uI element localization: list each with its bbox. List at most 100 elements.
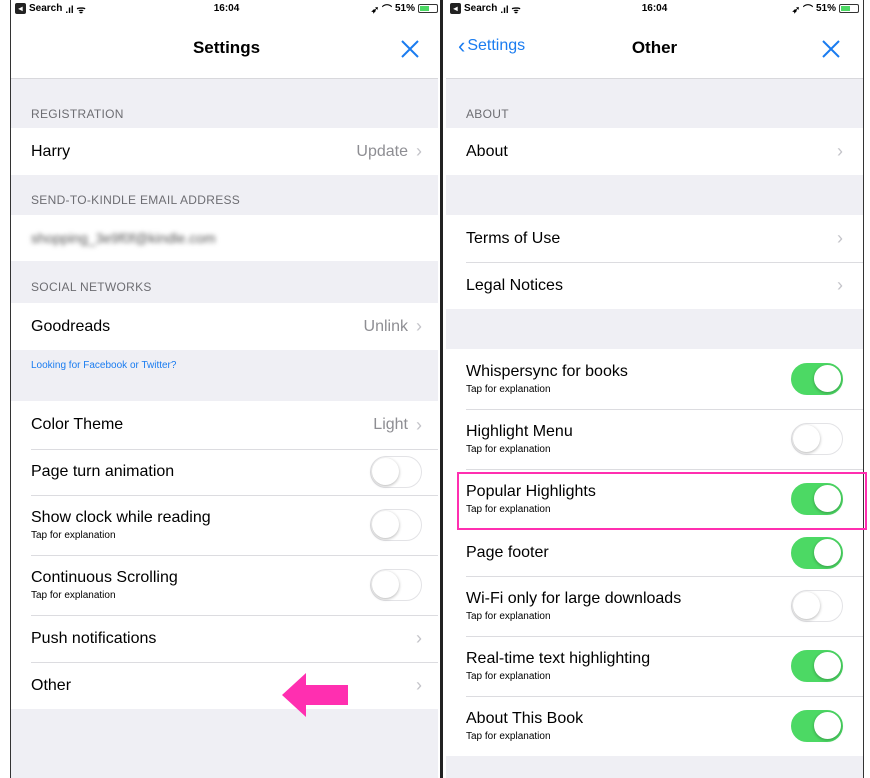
about-header: ABOUT [466,107,509,121]
status-time: 16:04 [641,3,668,14]
goodreads-label: Goodreads [31,317,111,335]
close-icon[interactable] [821,39,841,59]
color-theme-label: Color Theme [31,416,124,433]
back-label: Settings [467,37,526,54]
battery-icon [418,4,438,13]
toggle-list: Whispersync for books Tap for explanation… [446,349,863,756]
social-note-link[interactable]: Looking for Facebook or Twitter? [11,350,442,401]
show-clock-label: Show clock while reading [31,509,211,526]
about-label: About [466,142,508,160]
show-clock-row: Show clock while reading Tap for explana… [11,495,442,555]
toggle-row-label: Whispersync for books [466,363,628,380]
registration-row[interactable]: Harry Update › [11,128,442,175]
registration-name: Harry [31,142,71,160]
left-arrow-annotation [282,673,348,717]
location-icon: ➶ ⌒ [791,5,813,16]
toggle-row-sub[interactable]: Tap for explanation [466,504,596,515]
toggle-switch[interactable] [791,590,843,622]
chevron-right-icon: › [416,675,422,695]
chevron-right-icon: › [416,414,422,435]
toggle-row-label: About This Book [466,710,584,727]
toggle-row-label: Page footer [466,543,549,561]
unlink-label: Unlink [363,317,408,335]
toggle-switch[interactable] [791,423,843,455]
page-turn-row: Page turn animation [11,449,442,495]
email-header: SEND-TO-KINDLE EMAIL ADDRESS [31,193,241,207]
back-app-icon[interactable]: ◂ [15,3,26,14]
toggle-row-label: Wi-Fi only for large downloads [466,590,682,607]
chevron-right-icon: › [416,141,422,161]
toggle-switch[interactable] [791,363,843,395]
battery-percent: 51% [394,3,415,14]
toggle-switch[interactable] [791,710,843,742]
continuous-sub[interactable]: Tap for explanation [31,590,178,601]
about-row[interactable]: About › [446,128,863,175]
chevron-right-icon: › [416,628,422,648]
chevron-right-icon: › [416,316,422,336]
toggle-row: About This Book Tap for explanation [446,696,863,756]
chevron-right-icon: › [837,275,843,295]
carrier-label: Search [29,3,63,14]
toggle-switch[interactable] [791,650,843,682]
other-row[interactable]: Other › [11,662,442,709]
continuous-row: Continuous Scrolling Tap for explanation [11,555,442,615]
other-screen: ◂ Search .ıl ᯤ 16:04 ➶ ⌒ 51% ‹ Settings … [446,0,864,778]
update-label: Update [356,142,408,160]
status-bar: ◂ Search .ıl ᯤ 16:04 ➶ ⌒ 51% [446,0,863,17]
toggle-row: Page footer [446,529,863,576]
toggle-row-label: Highlight Menu [466,423,573,440]
battery-icon [839,4,859,13]
page-title: Other [631,37,678,57]
continuous-label: Continuous Scrolling [31,569,178,586]
toggle-switch[interactable] [791,536,843,569]
color-theme-value: Light [373,416,408,433]
color-theme-row[interactable]: Color Theme Light › [11,401,442,449]
other-label: Other [31,676,72,694]
continuous-toggle[interactable] [370,569,422,601]
toggle-row: Highlight Menu Tap for explanation [446,409,863,469]
terms-row[interactable]: Terms of Use › [446,215,863,262]
toggle-row-sub[interactable]: Tap for explanation [466,731,583,742]
status-time: 16:04 [213,3,240,14]
page-turn-label: Page turn animation [31,463,175,480]
status-bar: ◂ Search .ıl ᯤ 16:04 ➶ ⌒ 51% [11,0,442,17]
toggle-row-sub[interactable]: Tap for explanation [466,384,628,395]
toggle-row-sub[interactable]: Tap for explanation [466,444,573,455]
close-icon[interactable] [400,39,420,59]
goodreads-row[interactable]: Goodreads Unlink › [11,303,442,350]
push-label: Push notifications [31,629,157,647]
settings-navbar: Settings [11,17,442,79]
chevron-right-icon: › [837,141,843,161]
toggle-row: Popular Highlights Tap for explanation [446,469,863,529]
battery-percent: 51% [815,3,836,14]
signal-icon: .ıl ᯤ [65,4,86,16]
carrier-label: Search [464,3,498,14]
toggle-row-label: Real-time text highlighting [466,650,651,667]
toggle-row-sub[interactable]: Tap for explanation [466,611,681,622]
back-button[interactable]: ‹ Settings [458,35,525,57]
toggle-row-sub[interactable]: Tap for explanation [466,671,650,682]
toggle-row: Wi-Fi only for large downloads Tap for ex… [446,576,863,636]
registration-header: REGISTRATION [31,107,124,121]
other-navbar: ‹ Settings Other [446,17,863,79]
signal-icon: .ıl ᯤ [500,4,521,16]
settings-screen: ◂ Search .ıl ᯤ 16:04 ➶ ⌒ 51% Settings RE… [10,0,442,778]
toggle-row: Whispersync for books Tap for explanation [446,349,863,409]
social-header: SOCIAL NETWORKS [31,280,152,294]
push-notifications-row[interactable]: Push notifications › [11,615,442,662]
location-icon: ➶ ⌒ [370,5,392,16]
chevron-left-icon: ‹ [458,33,466,58]
chevron-right-icon: › [837,228,843,248]
toggle-switch[interactable] [791,483,843,515]
page-turn-toggle[interactable] [370,456,422,488]
show-clock-toggle[interactable] [370,509,422,541]
page-title: Settings [192,37,261,57]
back-app-icon[interactable]: ◂ [450,3,461,14]
toggle-row: Real-time text highlighting Tap for expla… [446,636,863,696]
email-value: shopping_3e9f0f@kindle.com [31,230,216,246]
legal-row[interactable]: Legal Notices › [446,262,863,309]
terms-label: Terms of Use [466,229,561,247]
show-clock-sub[interactable]: Tap for explanation [31,530,211,541]
